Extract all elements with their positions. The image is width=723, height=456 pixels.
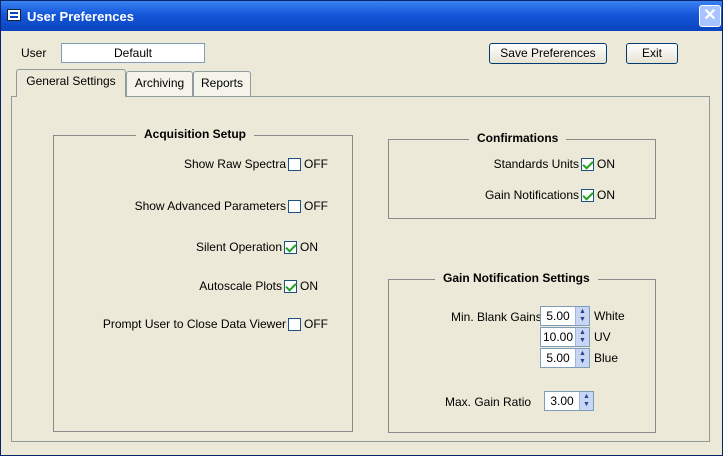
tab-general-settings[interactable]: General Settings <box>16 69 126 97</box>
min-gain-uv-row: 10.00 ▲ ▼ UV <box>540 327 611 347</box>
gain-notifications-label: Gain Notifications <box>484 188 579 202</box>
spin-up-icon[interactable]: ▲ <box>579 350 586 358</box>
min-gain-white-value: 5.00 <box>546 309 570 323</box>
gain-notification-settings-group: Gain Notification Settings Min. Blank Ga… <box>388 271 656 433</box>
spin-arrows[interactable]: ▲ ▼ <box>575 328 589 346</box>
window-title: User Preferences <box>27 9 134 24</box>
spin-down-icon[interactable]: ▼ <box>583 401 590 409</box>
max-gain-ratio-spinner[interactable]: 3.00 ▲ ▼ <box>544 391 594 411</box>
tab-archiving[interactable]: Archiving <box>126 71 193 96</box>
standards-units-label: Standards Units <box>493 157 579 171</box>
silent-operation-label: Silent Operation <box>195 240 282 254</box>
standards-units-row: Standards Units ON <box>494 157 615 171</box>
spin-down-icon[interactable]: ▼ <box>579 316 586 324</box>
show-raw-spectra-checkbox[interactable] <box>288 157 301 171</box>
autoscale-plots-state: ON <box>300 279 318 293</box>
close-button[interactable]: ✕ <box>699 5 721 27</box>
min-gain-blue-spinner[interactable]: 5.00 ▲ ▼ <box>540 348 590 368</box>
gain-notification-settings-title: Gain Notification Settings <box>435 271 598 285</box>
silent-operation-row: Silent Operation ON <box>196 240 318 254</box>
min-blank-gains-label: Min. Blank Gains <box>451 310 542 324</box>
app-icon <box>7 9 21 21</box>
confirmations-title: Confirmations <box>469 131 567 145</box>
min-gain-white-unit: White <box>594 309 625 323</box>
preferences-window: User Preferences ✕ User Default Save Pre… <box>0 0 723 456</box>
spin-down-icon[interactable]: ▼ <box>579 337 586 345</box>
general-settings-panel: Acquisition Setup Show Raw Spectra OFF S… <box>11 96 710 442</box>
autoscale-plots-label: Autoscale Plots <box>199 279 282 293</box>
standards-units-checkbox[interactable] <box>581 157 594 171</box>
spin-up-icon[interactable]: ▲ <box>579 329 586 337</box>
min-gain-uv-unit: UV <box>594 330 611 344</box>
spin-arrows[interactable]: ▲ ▼ <box>579 392 593 410</box>
spin-arrows[interactable]: ▲ ▼ <box>575 349 589 367</box>
confirmations-group: Confirmations Standards Units ON Gain No… <box>388 131 656 219</box>
show-advanced-parameters-checkbox[interactable] <box>288 199 301 213</box>
acquisition-setup-group: Acquisition Setup Show Raw Spectra OFF S… <box>53 127 353 432</box>
prompt-close-data-viewer-state: OFF <box>304 317 328 331</box>
prompt-close-data-viewer-row: Prompt User to Close Data Viewer OFF <box>103 317 328 331</box>
max-gain-ratio-label: Max. Gain Ratio <box>445 395 532 409</box>
prompt-close-data-viewer-label: Prompt User to Close Data Viewer <box>102 317 286 331</box>
gain-notifications-row: Gain Notifications ON <box>485 188 615 202</box>
min-gain-white-spinner[interactable]: 5.00 ▲ ▼ <box>540 306 590 326</box>
silent-operation-state: ON <box>300 240 318 254</box>
user-field[interactable]: Default <box>61 43 205 63</box>
show-raw-spectra-row: Show Raw Spectra OFF <box>184 157 328 171</box>
acquisition-setup-title: Acquisition Setup <box>136 127 254 141</box>
min-gain-uv-spinner[interactable]: 10.00 ▲ ▼ <box>540 327 590 347</box>
title-bar[interactable]: User Preferences ✕ <box>1 1 722 31</box>
user-label: User <box>21 46 47 60</box>
prompt-close-data-viewer-checkbox[interactable] <box>288 317 301 331</box>
max-gain-ratio-row: 3.00 ▲ ▼ <box>544 391 594 411</box>
min-gain-blue-row: 5.00 ▲ ▼ Blue <box>540 348 618 368</box>
spin-up-icon[interactable]: ▲ <box>583 393 590 401</box>
min-gain-blue-value: 5.00 <box>546 351 570 365</box>
exit-button[interactable]: Exit <box>626 43 678 64</box>
spin-arrows[interactable]: ▲ ▼ <box>575 307 589 325</box>
show-advanced-parameters-label: Show Advanced Parameters <box>134 199 286 213</box>
show-advanced-parameters-state: OFF <box>304 199 328 213</box>
min-gain-blue-unit: Blue <box>594 351 619 365</box>
spin-up-icon[interactable]: ▲ <box>579 308 586 316</box>
gain-notifications-state: ON <box>597 188 615 202</box>
max-gain-ratio-value: 3.00 <box>550 394 574 408</box>
save-preferences-button[interactable]: Save Preferences <box>489 43 607 64</box>
show-raw-spectra-label: Show Raw Spectra <box>183 157 286 171</box>
gain-notifications-checkbox[interactable] <box>581 188 594 202</box>
min-gain-white-row: 5.00 ▲ ▼ White <box>540 306 625 326</box>
silent-operation-checkbox[interactable] <box>284 240 297 254</box>
autoscale-plots-checkbox[interactable] <box>284 279 297 293</box>
min-gain-uv-value: 10.00 <box>542 330 574 344</box>
tab-reports[interactable]: Reports <box>193 71 251 96</box>
autoscale-plots-row: Autoscale Plots ON <box>199 279 318 293</box>
standards-units-state: ON <box>597 157 615 171</box>
spin-down-icon[interactable]: ▼ <box>579 358 586 366</box>
show-raw-spectra-state: OFF <box>304 157 328 171</box>
show-advanced-parameters-row: Show Advanced Parameters OFF <box>135 199 328 213</box>
